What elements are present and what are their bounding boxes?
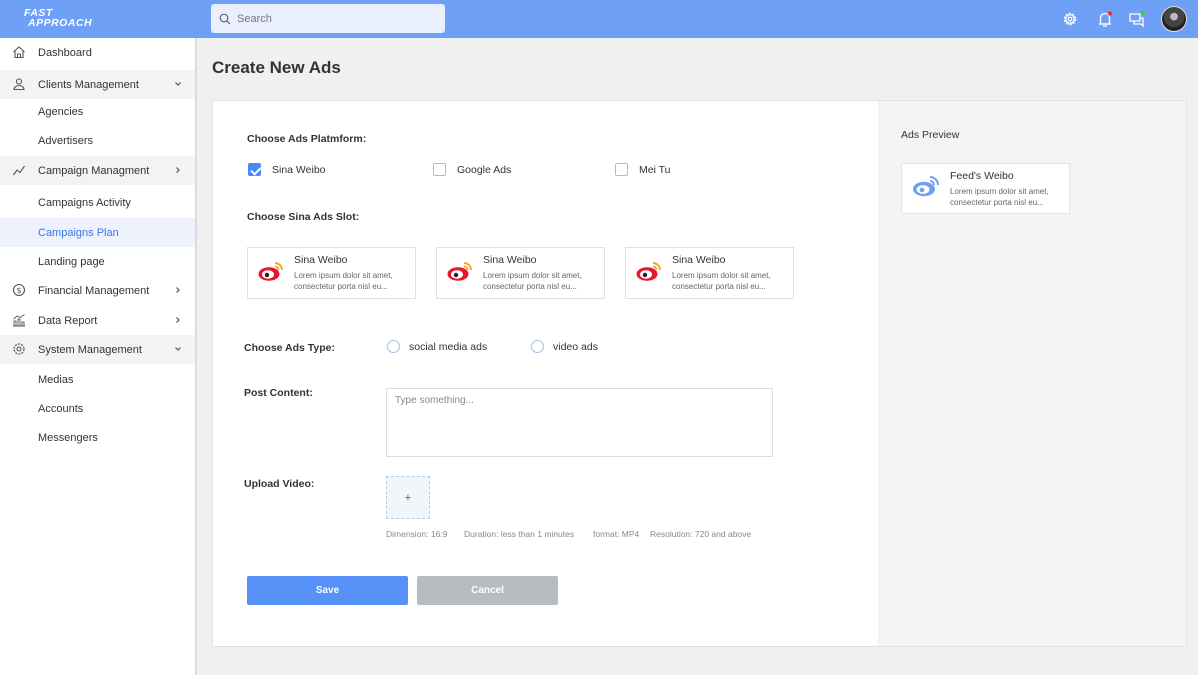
sidebar-item-campaign-management[interactable]: Campaign Managment [0,156,195,185]
settings-gear-icon[interactable] [1061,10,1079,28]
data-report-icon [13,314,25,327]
weibo-logo-icon [258,262,283,281]
sidebar-item-clients-management[interactable]: Clients Management [0,70,195,99]
slot-description: Lorem ipsum dolor sit amet, consectetur … [672,271,771,291]
sidebar-item-label: Agencies [38,105,84,118]
upload-video-label: Upload Video: [244,478,315,490]
sidebar-item-accounts[interactable]: Accounts [0,394,195,423]
weibo-logo-icon [636,262,661,281]
search-input[interactable] [237,12,437,25]
radio-button[interactable] [387,340,400,353]
ads-type-label: Choose Ads Type: [244,342,336,354]
radio-button[interactable] [531,340,544,353]
slot-description: Lorem ipsum dolor sit amet, consectetur … [483,271,582,291]
slot-description: Lorem ipsum dolor sit amet, consectetur … [294,271,393,291]
checkbox-unchecked[interactable] [615,163,628,176]
sidebar-item-label: Data Report [38,314,98,327]
sidebar-item-label: System Management [38,343,142,356]
platform-option-label: Google Ads [457,163,512,176]
sidebar-item-label: Accounts [38,402,84,415]
save-button[interactable]: Save [247,576,408,605]
slot-label: Choose Sina Ads Slot: [247,211,360,223]
platform-option-label: Mei Tu [639,163,671,176]
sidebar-item-agencies[interactable]: Agencies [0,97,195,126]
platform-label: Choose Ads Platmform: [247,133,367,145]
weibo-logo-icon [913,176,939,197]
sidebar-item-label: Advertisers [38,134,94,147]
sidebar: Dashboard Clients Management Agencies Ad… [0,38,197,675]
financial-icon: $ [12,283,26,297]
chevron-right-icon [176,167,180,173]
sidebar-item-medias[interactable]: Medias [0,365,195,394]
home-icon [13,46,25,59]
search-icon [219,13,231,24]
ads-preview-label: Ads Preview [901,129,960,141]
upload-hint-format: format: MP4 [593,529,640,539]
sidebar-item-label: Messengers [38,431,98,444]
ads-type-option-video[interactable]: video ads [531,340,598,353]
clients-icon [13,78,25,91]
page-title: Create New Ads [212,58,341,77]
sidebar-item-label: Landing page [38,255,105,268]
sidebar-item-label: Medias [38,373,74,386]
sidebar-item-label: Campaigns Activity [38,196,131,209]
sidebar-item-label: Dashboard [38,46,92,59]
ads-type-option-label: video ads [553,340,598,353]
svg-text:$: $ [16,286,21,295]
slot-title: Sina Weibo [672,254,726,266]
upload-hint-duration: Duration: less than 1 minutes [464,529,575,539]
checkbox-unchecked[interactable] [433,163,446,176]
cancel-button[interactable]: Cancel [417,576,558,605]
ads-slot-card[interactable]: Sina Weibo Lorem ipsum dolor sit amet, c… [247,247,416,299]
platform-option-sina-weibo[interactable]: Sina Weibo [248,163,326,176]
sidebar-item-dashboard[interactable]: Dashboard [0,38,195,67]
chevron-down-icon [175,82,181,86]
chevron-right-icon [176,317,180,323]
preview-description: Lorem ipsum dolor sit amet, consectetur … [950,187,1049,207]
logo-line-2: APPROACH [28,17,93,29]
sidebar-item-data-report[interactable]: Data Report [0,306,195,335]
chevron-right-icon [176,287,180,293]
post-content-label: Post Content: [244,387,313,399]
sidebar-item-campaigns-plan[interactable]: Campaigns Plan [0,218,195,247]
top-bar: FAST APPROACH [0,0,1198,38]
post-content-textarea[interactable] [386,388,773,457]
sidebar-item-landing-page[interactable]: Landing page [0,247,195,276]
search-box[interactable] [211,4,445,33]
upload-hint-dimension: Dimension: 16:9 [386,529,448,539]
ads-preview-card: Feed's Weibo Lorem ipsum dolor sit amet,… [901,163,1070,214]
slot-title: Sina Weibo [294,254,348,266]
sidebar-item-financial-management[interactable]: $ Financial Management [0,276,195,305]
campaign-icon [13,165,25,176]
ads-type-option-social-media[interactable]: social media ads [387,340,487,353]
weibo-logo-icon [447,262,472,281]
sidebar-item-label: Campaigns Plan [38,226,119,239]
upload-hint-resolution: Resolution: 720 and above [650,529,752,539]
sidebar-item-label: Financial Management [38,284,150,297]
platform-option-label: Sina Weibo [272,163,326,176]
ads-type-option-label: social media ads [409,340,488,353]
sidebar-item-system-management[interactable]: System Management [0,335,195,364]
sidebar-item-label: Campaign Managment [38,164,150,177]
plus-icon: + [404,491,412,504]
platform-option-mei-tu[interactable]: Mei Tu [615,163,671,176]
fast-approach-logo[interactable]: FAST APPROACH [24,8,114,30]
ads-slot-card[interactable]: Sina Weibo Lorem ipsum dolor sit amet, c… [436,247,605,299]
sidebar-item-label: Clients Management [38,78,139,91]
checkbox-checked[interactable] [248,163,261,176]
preview-title: Feed's Weibo [950,170,1014,182]
user-avatar[interactable] [1161,6,1187,32]
upload-video-dropzone[interactable]: + [386,476,430,519]
sidebar-item-messengers[interactable]: Messengers [0,423,195,452]
notification-bell-icon[interactable] [1096,10,1114,28]
system-gear-icon [13,343,25,355]
platform-option-google-ads[interactable]: Google Ads [433,163,511,176]
chevron-down-icon [175,347,181,351]
slot-title: Sina Weibo [483,254,537,266]
sidebar-item-advertisers[interactable]: Advertisers [0,126,195,155]
ads-slot-card[interactable]: Sina Weibo Lorem ipsum dolor sit amet, c… [625,247,794,299]
messages-icon[interactable] [1128,10,1146,28]
sidebar-item-campaigns-activity[interactable]: Campaigns Activity [0,188,195,217]
